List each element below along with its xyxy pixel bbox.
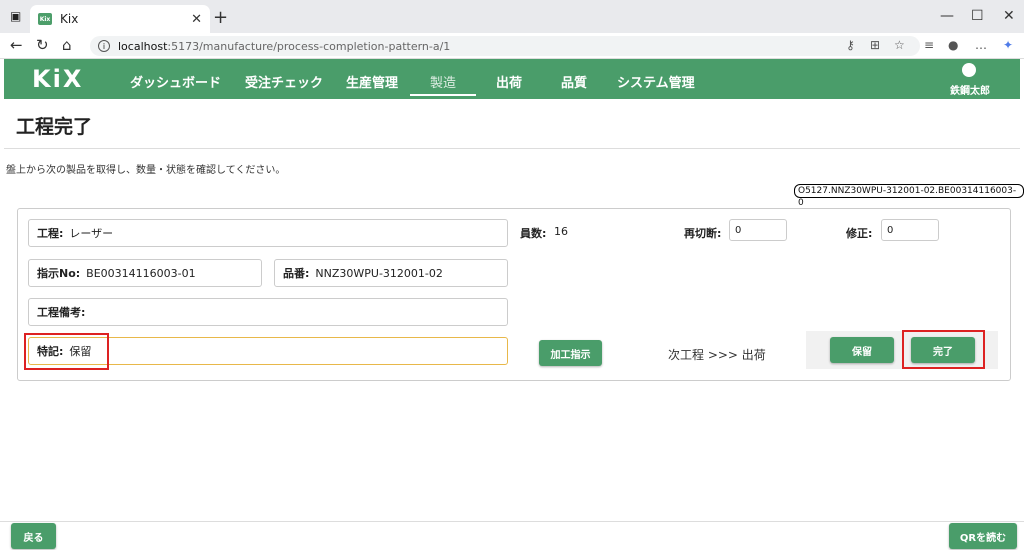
nav-order-check[interactable]: 受注チェック: [245, 72, 323, 91]
process-value: レーザー: [69, 227, 114, 240]
site-info-icon[interactable]: i: [98, 40, 110, 52]
instruction-no-field: 指示No: BE00314116003-01: [28, 259, 262, 287]
process-field: 工程: レーザー: [28, 219, 508, 247]
nav-production[interactable]: 生産管理: [346, 72, 398, 91]
back-icon[interactable]: ←: [10, 36, 23, 54]
profile-icon[interactable]: ●: [948, 38, 958, 52]
active-nav-indicator: [410, 94, 476, 96]
fix-input[interactable]: 0: [881, 219, 939, 241]
divider: [4, 148, 1020, 149]
footer-divider: [0, 521, 1024, 522]
favicon: Kix: [38, 13, 52, 25]
app-logo[interactable]: KiX: [32, 65, 83, 93]
more-icon[interactable]: …: [975, 38, 987, 52]
back-button[interactable]: 戻る: [11, 523, 56, 549]
close-window-icon[interactable]: ✕: [1003, 8, 1015, 24]
instruction-no-label: 指示No:: [37, 267, 81, 280]
copilot-icon[interactable]: ✦: [1003, 38, 1013, 52]
fix-label: 修正:: [846, 227, 873, 240]
highlight-box-complete: [902, 330, 985, 369]
instruction-text: 盤上から次の製品を取得し、数量・状態を確認してください。: [6, 165, 286, 176]
favorite-star-icon[interactable]: ☆: [894, 38, 905, 52]
highlight-box-special-note: [24, 333, 109, 370]
process-label: 工程:: [37, 227, 64, 240]
nav-shipping[interactable]: 出荷: [496, 72, 522, 91]
tab-actions-icon[interactable]: ▣: [10, 9, 21, 23]
tab-close-icon[interactable]: ✕: [191, 12, 202, 27]
url-path: :5173/manufacture/process-completion-pat…: [167, 39, 451, 53]
tab-title: Kix: [60, 12, 79, 26]
read-qr-button[interactable]: QRを読む: [949, 523, 1017, 549]
part-no-field: 品番: NNZ30WPU-312001-02: [274, 259, 508, 287]
app-header: KiX ダッシュボード 受注チェック 生産管理 製造 出荷 品質 システム管理 …: [4, 59, 1020, 99]
process-note-label: 工程備考:: [37, 306, 86, 319]
instruction-no-value: BE00314116003-01: [86, 266, 196, 280]
nav-quality[interactable]: 品質: [561, 72, 587, 91]
user-icon[interactable]: [962, 63, 976, 77]
user-name[interactable]: 鉄鋼太郎: [950, 82, 990, 97]
url-host: localhost: [118, 39, 168, 53]
count-value: 16: [554, 225, 568, 238]
address-bar: ← ↻ ⌂ i localhost :5173/manufacture/proc…: [0, 33, 1024, 59]
nav-manufacture[interactable]: 製造: [430, 72, 456, 91]
favorites-icon[interactable]: ≡: [924, 38, 934, 52]
new-tab-icon[interactable]: +: [213, 7, 228, 28]
reload-icon[interactable]: ↻: [36, 36, 49, 54]
nav-dashboard[interactable]: ダッシュボード: [130, 72, 221, 91]
url-field[interactable]: i localhost :5173/manufacture/process-co…: [90, 36, 920, 56]
qr-readout: O5127.NNZ30WPU-312001-02.BE00314116003-0: [794, 184, 1024, 208]
page-title: 工程完了: [16, 116, 93, 138]
nav-system[interactable]: システム管理: [617, 72, 695, 91]
browser-tab[interactable]: Kix Kix ✕: [30, 5, 210, 33]
part-no-value: NNZ30WPU-312001-02: [315, 266, 443, 280]
machining-instruction-button[interactable]: 加工指示: [539, 340, 602, 366]
recut-input[interactable]: 0: [729, 219, 787, 241]
maximize-icon[interactable]: ☐: [971, 8, 984, 24]
browser-tabstrip: ▣ Kix Kix ✕ + — ☐ ✕: [0, 0, 1024, 33]
app-available-icon[interactable]: ⊞: [870, 38, 880, 52]
recut-label: 再切断:: [684, 227, 722, 240]
part-no-label: 品番:: [283, 267, 310, 280]
hold-button[interactable]: 保留: [830, 337, 894, 363]
process-note-field[interactable]: 工程備考:: [28, 298, 508, 326]
minimize-icon[interactable]: —: [940, 8, 954, 24]
home-icon[interactable]: ⌂: [62, 36, 72, 54]
key-icon[interactable]: ⚷: [846, 38, 855, 52]
next-step-text: 次工程 >>> 出荷: [668, 348, 766, 362]
count-label: 員数:: [520, 227, 547, 240]
